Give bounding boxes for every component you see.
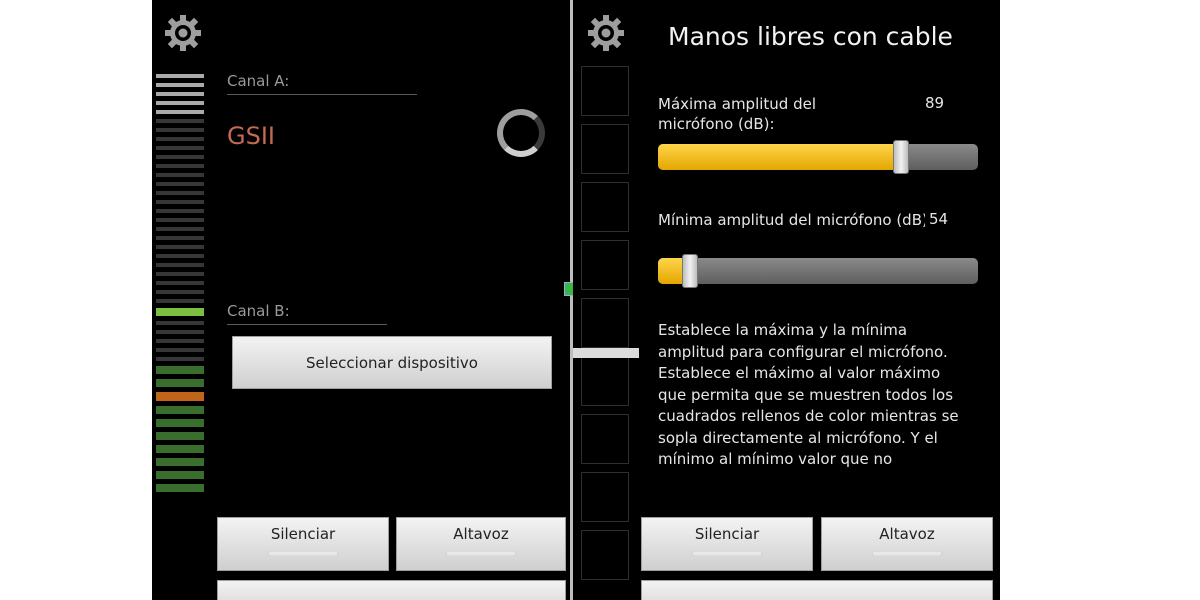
- min-amplitude-label: Mínima amplitud del micrófono (dB):: [658, 211, 933, 229]
- meter-bar: [156, 299, 204, 303]
- meter-bar-green: [156, 379, 204, 387]
- meter-bar: [156, 357, 204, 361]
- meter-bar-green: [156, 432, 204, 440]
- speaker-toggle-indicator: [446, 550, 516, 556]
- bottom-button[interactable]: [641, 580, 993, 600]
- meter-bar: [156, 164, 204, 168]
- meter-bar: [156, 321, 204, 325]
- left-phone-screen: Canal A: GSII Canal B: Seleccionar dispo…: [152, 0, 570, 600]
- meter-bar-green: [156, 419, 204, 427]
- max-amplitude-value: 89: [925, 94, 945, 112]
- meter-bar: [156, 146, 204, 150]
- meter-bar: [156, 92, 204, 96]
- meter-bar: [156, 272, 204, 276]
- meter-bar: [156, 290, 204, 294]
- meter-bar: [156, 236, 204, 240]
- meter-bar: [156, 83, 204, 87]
- meter-bar: [156, 191, 204, 195]
- max-amplitude-label: Máxima amplitud del micrófono (dB):: [658, 95, 817, 133]
- meter-bar: [156, 330, 204, 334]
- bottom-button[interactable]: [217, 580, 566, 600]
- mute-button-label: Silenciar: [270, 524, 336, 543]
- channel-b-label: Canal B:: [227, 302, 290, 320]
- speaker-button-label: Altavoz: [453, 524, 509, 543]
- meter-bar: [156, 137, 204, 141]
- meter-bar-orange: [156, 392, 204, 401]
- description-text: Establece la máxima y la mínima amplitud…: [658, 321, 959, 468]
- level-box: [581, 124, 629, 174]
- mute-toggle-indicator: [692, 550, 762, 556]
- meter-bar: [156, 245, 204, 249]
- min-amplitude-value: 54: [925, 210, 949, 228]
- level-box: [581, 182, 629, 232]
- meter-bar: [156, 254, 204, 258]
- meter-bar: [156, 227, 204, 231]
- meter-bar: [156, 155, 204, 159]
- level-box: [581, 298, 629, 348]
- mute-toggle-indicator: [268, 550, 338, 556]
- mute-button-label: Silenciar: [694, 524, 760, 543]
- meter-bar-green: [156, 484, 204, 492]
- level-box: [581, 414, 629, 464]
- meter-bar: [156, 110, 204, 114]
- speaker-button-label: Altavoz: [879, 524, 935, 543]
- meter-bar-green: [156, 471, 204, 479]
- level-box: [581, 530, 629, 580]
- min-amplitude-slider[interactable]: [658, 254, 978, 288]
- meter-bar: [156, 173, 204, 177]
- meter-bar-active: [156, 308, 204, 316]
- min-amplitude-slider-thumb[interactable]: [682, 254, 698, 288]
- meter-bar: [156, 128, 204, 132]
- meter-bar: [156, 101, 204, 105]
- meter-bar-green: [156, 406, 204, 414]
- level-box: [581, 472, 629, 522]
- spinner-icon: [497, 109, 545, 157]
- max-amplitude-slider-thumb[interactable]: [893, 140, 909, 174]
- side-handle[interactable]: [573, 348, 639, 358]
- level-box: [581, 66, 629, 116]
- meter-bar-green: [156, 445, 204, 453]
- channel-a-divider: [227, 94, 417, 95]
- meter-bar: [156, 200, 204, 204]
- meter-bar: [156, 119, 204, 123]
- level-box: [581, 356, 629, 406]
- gear-icon[interactable]: [164, 14, 202, 52]
- level-box: [581, 240, 629, 290]
- level-boxes: [581, 66, 631, 588]
- meter-bar: [156, 339, 204, 343]
- mute-button[interactable]: Silenciar: [217, 517, 389, 571]
- page-title: Manos libres con cable: [668, 22, 953, 51]
- meter-bar-green: [156, 458, 204, 466]
- channel-a-device-name[interactable]: GSII: [227, 122, 275, 150]
- speaker-button[interactable]: Altavoz: [396, 517, 566, 571]
- channel-a-label: Canal A:: [227, 72, 290, 90]
- meter-bar: [156, 281, 204, 285]
- select-device-button[interactable]: Seleccionar dispositivo: [232, 336, 552, 389]
- meter-bar-green: [156, 366, 204, 374]
- meter-bar: [156, 348, 204, 352]
- meter-bar: [156, 182, 204, 186]
- mute-button[interactable]: Silenciar: [641, 517, 813, 571]
- audio-level-meter: [156, 74, 204, 497]
- meter-bar: [156, 263, 204, 267]
- meter-bar: [156, 209, 204, 213]
- speaker-button[interactable]: Altavoz: [821, 517, 993, 571]
- max-amplitude-slider-fill: [658, 144, 901, 170]
- right-phone-screen: Manos libres con cable Máxima amplitud d…: [573, 0, 1000, 600]
- channel-b-divider: [227, 324, 387, 325]
- meter-bar: [156, 218, 204, 222]
- gear-icon[interactable]: [587, 14, 625, 52]
- meter-bar: [156, 74, 204, 78]
- max-amplitude-slider[interactable]: [658, 140, 978, 174]
- speaker-toggle-indicator: [872, 550, 942, 556]
